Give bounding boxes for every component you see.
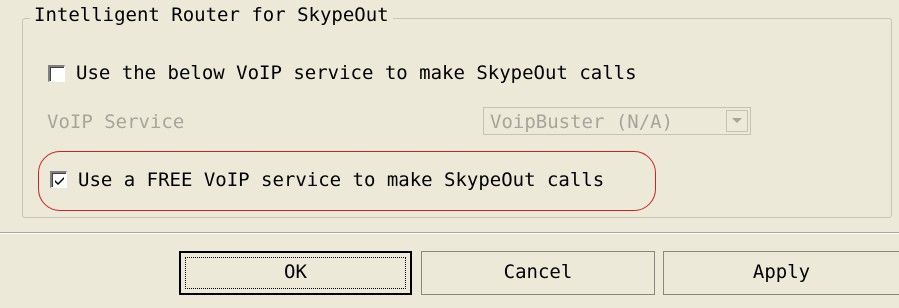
groupbox-title: Intelligent Router for SkypeOut [30,4,393,26]
use-below-voip-label[interactable]: Use the below VoIP service to make Skype… [76,62,637,84]
voip-service-label: VoIP Service [47,111,185,133]
red-highlight-annotation [38,151,656,211]
voip-service-dropdown[interactable]: VoipBuster (N/A) [483,107,751,135]
ok-button-label: OK [284,261,307,283]
divider [0,232,899,234]
apply-button[interactable]: Apply [663,251,899,295]
use-below-voip-checkbox[interactable] [48,65,65,82]
cancel-button[interactable]: Cancel [421,251,655,295]
voip-service-selected: VoipBuster (N/A) [490,111,674,133]
chevron-down-icon[interactable] [726,110,748,132]
ok-button[interactable]: OK [179,251,412,295]
